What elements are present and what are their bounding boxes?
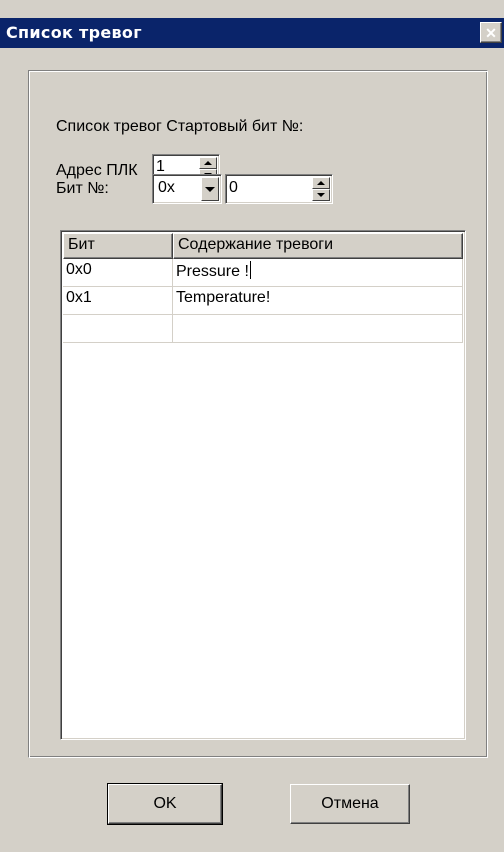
cell-content-editing[interactable]: Pressure !	[173, 259, 463, 287]
bit-prefix-value: 0x	[158, 179, 175, 196]
title-bar: Список тревог ✕	[0, 18, 504, 48]
cell-content[interactable]: Temperature!	[173, 287, 463, 315]
dropdown-button[interactable]	[201, 177, 219, 201]
cell-content[interactable]	[173, 315, 463, 343]
spin-down-icon	[317, 193, 325, 197]
window-title: Список тревог	[6, 23, 142, 42]
table-body: 0x0 Pressure ! 0x1 Temperature!	[63, 259, 463, 343]
table-row[interactable]: 0x0 Pressure !	[63, 259, 463, 287]
spin-up-button[interactable]	[199, 157, 217, 169]
bit-prefix-dropdown[interactable]: 0x	[152, 174, 222, 204]
dropdown-arrow-icon	[205, 186, 215, 192]
start-bit-label: Список тревог Стартовый бит №:	[56, 118, 304, 135]
close-icon: ✕	[485, 24, 497, 41]
bit-number-spinner[interactable]	[312, 177, 330, 201]
table-header: Бит Содержание тревоги	[63, 233, 463, 259]
spin-down-button[interactable]	[312, 189, 330, 201]
close-button[interactable]: ✕	[480, 22, 502, 43]
column-header-bit[interactable]: Бит	[63, 233, 173, 259]
cell-bit[interactable]	[63, 315, 173, 343]
bit-label: Бит №:	[56, 180, 109, 197]
plc-address-label: Адрес ПЛК	[56, 162, 138, 179]
ok-button[interactable]: OK	[107, 783, 223, 825]
cell-bit[interactable]: 0x0	[63, 259, 173, 287]
cell-content-text: Pressure !	[176, 263, 249, 280]
spin-up-icon	[317, 181, 325, 185]
table-row[interactable]: 0x1 Temperature!	[63, 287, 463, 315]
table-row[interactable]	[63, 315, 463, 343]
spin-up-icon	[204, 161, 212, 165]
bit-number-spinbox[interactable]: 0	[225, 174, 333, 204]
bit-number-value: 0	[229, 179, 238, 196]
spin-up-button[interactable]	[312, 177, 330, 189]
text-caret	[249, 261, 251, 279]
cancel-button[interactable]: Отмена	[290, 784, 410, 824]
cell-bit[interactable]: 0x1	[63, 287, 173, 315]
alarm-table[interactable]: Бит Содержание тревоги 0x0 Pressure ! 0x…	[60, 230, 466, 740]
column-header-content[interactable]: Содержание тревоги	[173, 233, 463, 259]
